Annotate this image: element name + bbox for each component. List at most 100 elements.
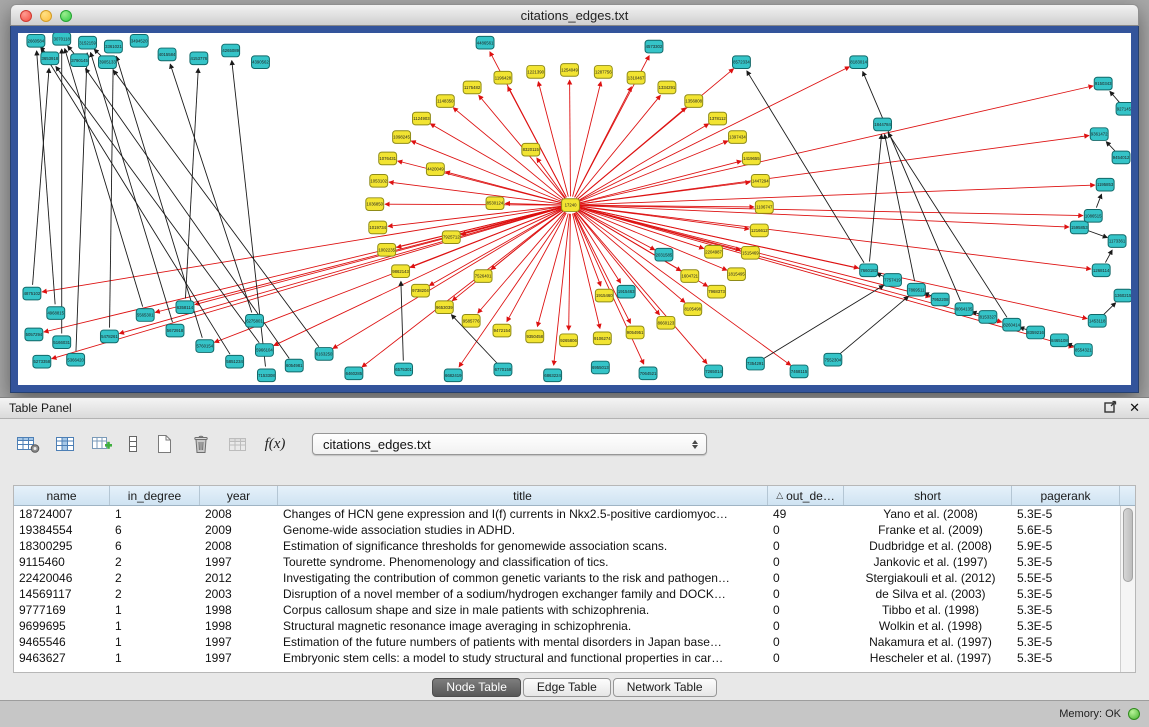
graph-node[interactable]: 9361472 <box>1090 128 1108 141</box>
graph-node[interactable]: 1595853 <box>1070 221 1088 234</box>
graph-node[interactable]: 6770158 <box>494 363 512 376</box>
graph-node[interactable]: 9106274 <box>593 332 611 345</box>
graph-node[interactable]: 7526401 <box>474 270 492 283</box>
graph-node[interactable]: 1254049 <box>561 64 579 77</box>
graph-node[interactable]: 1419655 <box>742 152 760 165</box>
column-header-name[interactable]: name <box>14 486 110 505</box>
graph-node[interactable]: 5478261 <box>100 330 118 343</box>
graph-node[interactable]: 4420049 <box>426 163 444 176</box>
graph-node[interactable]: 4153776 <box>190 52 208 65</box>
graph-node[interactable]: 5166031 <box>53 336 71 349</box>
graph-node[interactable]: 4390562 <box>252 56 270 69</box>
graph-node[interactable]: 9472154 <box>493 324 511 337</box>
graph-node[interactable]: 8359216 <box>1027 326 1045 339</box>
graph-node[interactable]: 9265806 <box>560 334 578 347</box>
new-table-icon[interactable] <box>150 430 178 458</box>
graph-node[interactable]: 6863224 <box>544 369 562 382</box>
graph-node[interactable]: 4015584 <box>158 48 176 61</box>
graph-node[interactable]: 1915463 <box>617 285 635 298</box>
graph-node[interactable]: 5966104 <box>256 344 274 357</box>
graph-node[interactable]: 7468115 <box>790 365 808 378</box>
close-panel-icon[interactable]: ✕ <box>1129 400 1140 416</box>
graph-node[interactable]: 8530124 <box>486 197 504 210</box>
graph-node[interactable]: 1915460 <box>595 289 613 302</box>
row-height-icon[interactable] <box>125 430 141 458</box>
graph-node[interactable]: 1360215 <box>1114 289 1131 302</box>
graph-node[interactable]: 3905133 <box>98 56 116 69</box>
graph-node[interactable]: 7354291 <box>746 357 764 370</box>
graph-node[interactable]: 1844784 <box>874 118 892 131</box>
graph-node[interactable]: 8554321 <box>1074 344 1092 357</box>
graph-node[interactable]: 8320115 <box>522 143 540 156</box>
graph-node[interactable]: 1175482 <box>463 81 481 94</box>
graph-node[interactable]: 1148350 <box>436 95 454 108</box>
graph-node[interactable]: 1268114 <box>1092 264 1110 277</box>
table-row[interactable]: 1872400712008Changes of HCN gene express… <box>14 506 1135 522</box>
column-header-year[interactable]: year <box>200 486 278 505</box>
graph-node[interactable]: 5057294 <box>25 328 43 341</box>
graph-node[interactable]: 1002235 <box>378 244 396 257</box>
graph-node[interactable]: 3494520 <box>130 34 148 47</box>
graph-node[interactable]: 4968815 <box>47 307 65 320</box>
graph-node[interactable]: 2031585 <box>655 248 673 261</box>
graph-node[interactable]: 7552304 <box>824 353 842 366</box>
graph-node[interactable]: 1447294 <box>751 174 769 187</box>
window-titlebar[interactable]: citations_edges.txt <box>10 4 1139 26</box>
graph-node[interactable]: 9054951 <box>626 326 644 339</box>
tab-network-table[interactable]: Network Table <box>613 678 717 697</box>
graph-node[interactable]: 7757419 <box>884 274 902 287</box>
column-header-in_degree[interactable]: in_degree <box>110 486 200 505</box>
table-row[interactable]: 1830029562008Estimation of significance … <box>14 538 1135 554</box>
column-header-out_de[interactable]: △out_de… <box>768 486 844 505</box>
table-row[interactable]: 946362711997Embryonic stem cells: a mode… <box>14 650 1135 666</box>
table-row[interactable]: 911546021997Tourette syndrome. Phenomeno… <box>14 554 1135 570</box>
graph-node[interactable]: 4573302 <box>645 40 663 53</box>
graph-node[interactable]: 17240 <box>562 199 580 212</box>
graph-node[interactable]: 1076431 <box>379 152 397 165</box>
graph-node[interactable]: 6054981 <box>285 359 303 372</box>
delete-table-icon[interactable] <box>187 430 215 458</box>
graph-node[interactable]: 1195853 <box>1096 178 1114 191</box>
graph-node[interactable]: 1397434 <box>729 131 747 144</box>
table-row[interactable]: 977716911998Corpus callosum shape and si… <box>14 602 1135 618</box>
graph-node[interactable]: 8064135 <box>955 303 973 316</box>
graph-node[interactable]: 3790145 <box>71 54 89 67</box>
graph-node[interactable]: 1221390 <box>527 66 545 79</box>
graph-node[interactable]: 3361021 <box>104 40 122 53</box>
graph-node[interactable]: 1378112 <box>709 112 727 125</box>
graph-node[interactable]: 6682419 <box>444 369 462 382</box>
graph-node[interactable]: 4875102 <box>23 287 41 300</box>
table-row[interactable]: 946554611997Estimation of the future num… <box>14 634 1135 650</box>
graph-node[interactable]: 5851234 <box>226 355 244 368</box>
graph-node[interactable]: 6955013 <box>591 361 609 374</box>
import-table-icon[interactable] <box>224 430 252 458</box>
graph-node[interactable]: 2660584 <box>27 34 45 47</box>
graph-node[interactable]: 2204987 <box>705 245 723 258</box>
graph-node[interactable]: 9653039 <box>435 301 453 314</box>
graph-node[interactable]: 9350458 <box>526 330 544 343</box>
graph-node[interactable]: 3653918 <box>41 52 59 65</box>
graph-node[interactable]: 5565301 <box>136 309 154 322</box>
graph-node[interactable]: 5273358 <box>33 355 51 368</box>
graph-node[interactable]: 5760154 <box>196 340 214 353</box>
network-canvas[interactable]: 1106747121661215154691815495796837381054… <box>18 33 1131 385</box>
table-row[interactable]: 2242004622012Investigating the contribut… <box>14 570 1135 586</box>
graph-node[interactable]: 7153308 <box>257 369 275 382</box>
table-scrollbar[interactable] <box>1120 506 1135 672</box>
float-panel-icon[interactable] <box>1104 400 1117 416</box>
graph-node[interactable]: 6358114 <box>176 301 194 314</box>
graph-node[interactable]: 1019734 <box>369 221 387 234</box>
graph-node[interactable]: 8183014 <box>850 56 868 69</box>
graph-node[interactable]: 9271454 <box>1116 103 1131 116</box>
graph-node[interactable]: 8105498 <box>684 303 702 316</box>
graph-node[interactable]: 1086515 <box>1084 209 1102 222</box>
graph-node[interactable]: 4486561 <box>476 36 494 49</box>
table-edit-icon[interactable] <box>88 430 116 458</box>
graph-node[interactable]: 1604721 <box>681 270 699 283</box>
table-selector[interactable]: citations_edges.txt <box>312 433 707 455</box>
graph-node[interactable]: 1196428 <box>494 71 512 84</box>
graph-node[interactable]: 7968373 <box>708 285 726 298</box>
function-builder-icon[interactable]: f(x) <box>261 430 289 458</box>
graph-node[interactable]: 1098245 <box>393 131 411 144</box>
column-chooser-icon[interactable] <box>51 430 79 458</box>
